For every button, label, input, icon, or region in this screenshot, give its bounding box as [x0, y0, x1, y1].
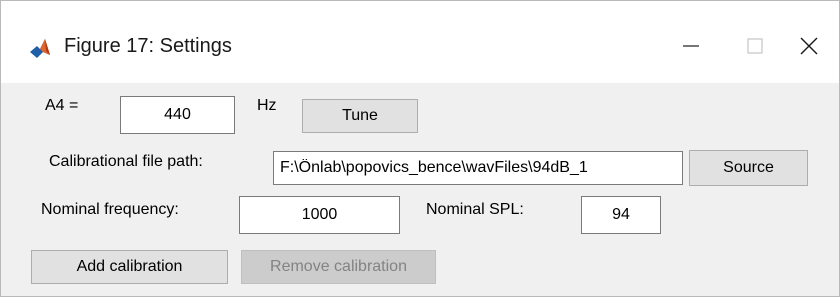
- nominal-spl-label: Nominal SPL:: [426, 201, 524, 218]
- source-button[interactable]: Source: [689, 150, 808, 186]
- settings-panel: A4 = Hz Tune Calibrational file path: So…: [1, 83, 839, 296]
- add-calibration-button[interactable]: Add calibration: [31, 250, 228, 284]
- maximize-icon: [747, 38, 763, 54]
- remove-calibration-button[interactable]: Remove calibration: [241, 250, 436, 284]
- calibration-path-input[interactable]: [273, 151, 683, 185]
- nominal-frequency-input[interactable]: [239, 196, 400, 234]
- minimize-button[interactable]: [661, 25, 721, 67]
- hz-unit-label: Hz: [257, 97, 277, 114]
- title-bar[interactable]: Figure 17: Settings: [1, 1, 839, 83]
- close-button[interactable]: [779, 25, 839, 67]
- tune-button[interactable]: Tune: [302, 99, 418, 133]
- a4-frequency-input[interactable]: [120, 96, 235, 134]
- a4-label: A4 =: [45, 97, 79, 114]
- maximize-button[interactable]: [725, 25, 785, 67]
- nominal-spl-input[interactable]: [581, 196, 661, 234]
- calibration-path-label: Calibrational file path:: [49, 153, 203, 170]
- window-title: Figure 17: Settings: [64, 35, 232, 57]
- close-icon: [800, 37, 818, 55]
- minimize-icon: [683, 45, 699, 47]
- matlab-icon: [29, 37, 51, 59]
- settings-window: Figure 17: Settings A4 = Hz Tune Calibra…: [0, 0, 840, 297]
- nominal-frequency-label: Nominal frequency:: [41, 201, 179, 218]
